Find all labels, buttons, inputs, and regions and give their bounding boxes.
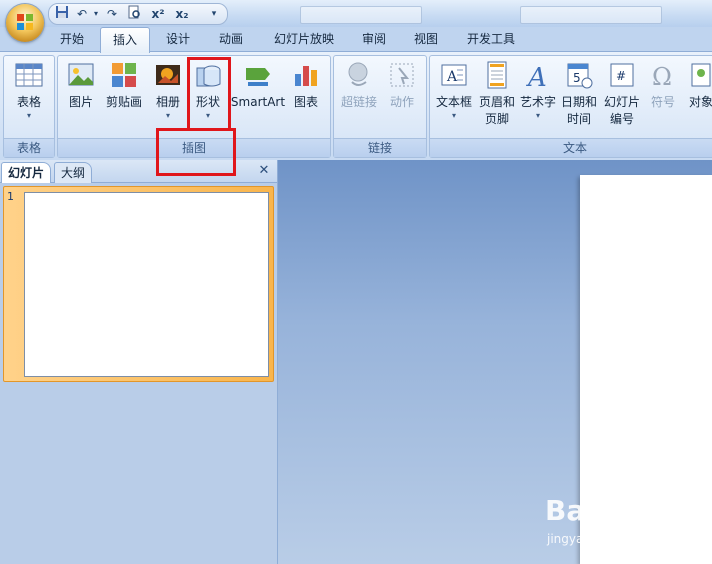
picture-icon: [66, 60, 96, 90]
svg-text:5: 5: [573, 71, 581, 85]
quick-access-toolbar: ↶ ▾ ↷ x² x₂ ▾: [48, 3, 228, 25]
office-logo-icon: [17, 14, 33, 30]
subscript-icon[interactable]: x₂: [173, 5, 191, 23]
slides-pane: 幻灯片 大纲 ✕ 1: [0, 160, 278, 564]
highlight-box-shapes: [187, 57, 231, 131]
group-links: 超链接 动作 链接: [333, 55, 427, 158]
header-footer-button[interactable]: 页眉和 页脚: [476, 60, 518, 128]
chevron-down-icon: ▾: [165, 111, 170, 120]
tab-home[interactable]: 开始: [50, 27, 94, 51]
action-icon: [387, 60, 417, 90]
chevron-down-icon: ▾: [535, 111, 540, 120]
text-box-button[interactable]: A 文本框 ▾: [432, 60, 476, 121]
header-footer-icon: [482, 60, 512, 90]
highlight-box-illustrations-label: [156, 128, 236, 176]
wordart-button[interactable]: A 艺术字 ▾: [518, 60, 558, 121]
slide-number: 1: [7, 190, 14, 203]
date-time-button[interactable]: 5 日期和 时间: [558, 60, 600, 128]
group-label-links: 链接: [334, 138, 426, 157]
print-preview-icon[interactable]: [125, 5, 143, 23]
tab-view[interactable]: 视图: [404, 27, 448, 51]
chevron-down-icon: ▾: [26, 111, 31, 120]
smartart-icon: [243, 60, 273, 90]
tab-animations[interactable]: 动画: [208, 27, 254, 51]
tab-design[interactable]: 设计: [155, 27, 201, 51]
omega-icon: Ω: [648, 60, 678, 91]
group-tables: 表格 ▾ 表格: [3, 55, 55, 158]
calendar-icon: 5: [564, 60, 594, 90]
chart-icon: [291, 60, 321, 90]
background-window-title: [300, 6, 422, 24]
slide-number-button[interactable]: # 幻灯片 编号: [600, 60, 644, 128]
superscript-icon[interactable]: x²: [149, 5, 167, 23]
picture-button[interactable]: 图片: [62, 60, 100, 111]
office-button[interactable]: [6, 4, 44, 42]
clip-art-icon: [109, 60, 139, 90]
object-button[interactable]: 对象: [684, 60, 712, 111]
table-button[interactable]: 表格 ▾: [6, 60, 52, 121]
svg-text:Ω: Ω: [652, 63, 672, 90]
object-icon: [686, 60, 712, 90]
chevron-down-icon: ▾: [451, 111, 456, 120]
svg-text:#: #: [616, 69, 626, 83]
group-label-tables: 表格: [4, 138, 54, 157]
chart-button[interactable]: 图表: [288, 60, 324, 111]
redo-icon[interactable]: ↷: [103, 5, 121, 23]
photo-album-button[interactable]: 相册 ▾: [148, 60, 188, 121]
symbol-button[interactable]: Ω 符号: [644, 60, 682, 111]
svg-text:A: A: [526, 63, 547, 90]
baidu-jingyan-watermark: Bai 经验 jingyan.baidu.com: [545, 494, 678, 546]
tab-review[interactable]: 审阅: [352, 27, 396, 51]
ribbon-tabs: 开始 插入 设计 动画 幻灯片放映 审阅 视图 开发工具: [0, 27, 712, 53]
tab-developer[interactable]: 开发工具: [458, 27, 524, 51]
smartart-button[interactable]: SmartArt: [230, 60, 286, 111]
slide-thumbnail[interactable]: [24, 192, 269, 377]
slide-number-icon: #: [607, 60, 637, 90]
hyperlink-button[interactable]: 超链接: [336, 60, 382, 111]
photo-album-icon: [153, 60, 183, 90]
tab-outline[interactable]: 大纲: [54, 162, 93, 183]
group-text: A 文本框 ▾ 页眉和 页脚 A 艺术字 ▾ 5 日期和 时间 # 幻灯片 编号…: [429, 55, 712, 158]
wordart-icon: A: [523, 60, 553, 93]
paw-icon: [601, 494, 630, 522]
svg-text:A: A: [446, 69, 458, 85]
group-label-text: 文本: [430, 138, 712, 157]
table-icon: [14, 60, 44, 90]
text-box-icon: A: [439, 60, 469, 90]
tab-slides[interactable]: 幻灯片: [1, 162, 52, 183]
tab-slide-show[interactable]: 幻灯片放映: [265, 27, 343, 51]
globe-link-icon: [344, 60, 374, 90]
slide-thumbnail-row[interactable]: 1: [3, 186, 274, 382]
close-icon[interactable]: ✕: [256, 163, 272, 179]
background-window-title: [520, 6, 662, 24]
clip-art-button[interactable]: 剪贴画: [102, 60, 146, 111]
tab-insert[interactable]: 插入: [100, 27, 150, 53]
save-icon[interactable]: [53, 5, 71, 23]
customize-qat-icon[interactable]: ▾: [205, 5, 223, 23]
title-bar: ↶ ▾ ↷ x² x₂ ▾: [0, 0, 712, 27]
ribbon: 表格 ▾ 表格 图片 剪贴画 相册 ▾ 形状 ▾ SmartArt 图表 插图 …: [0, 51, 712, 161]
action-button[interactable]: 动作: [382, 60, 422, 111]
